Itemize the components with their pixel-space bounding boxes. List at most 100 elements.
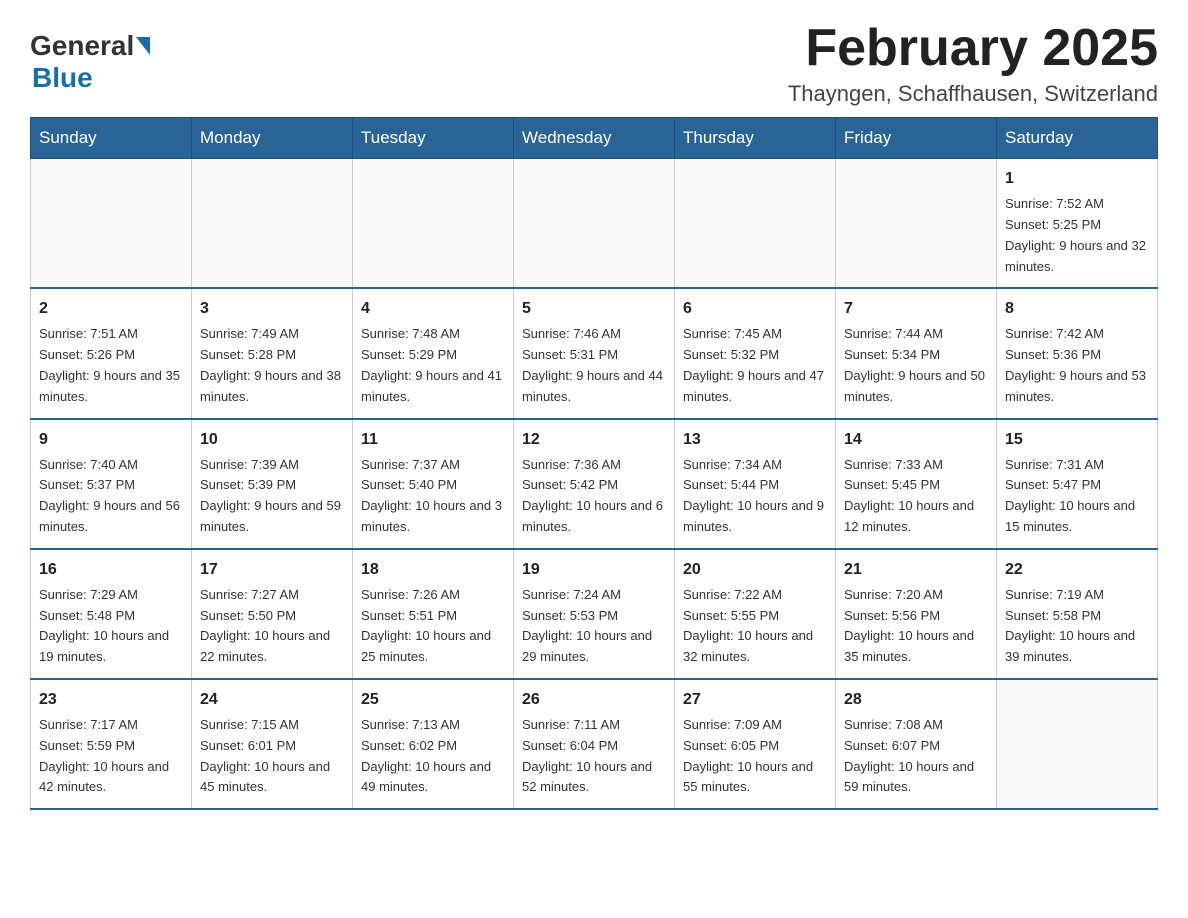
day-sun-info: Sunrise: 7:29 AMSunset: 5:48 PMDaylight:… <box>39 585 183 668</box>
day-sun-info: Sunrise: 7:45 AMSunset: 5:32 PMDaylight:… <box>683 324 827 407</box>
day-number: 27 <box>683 688 827 712</box>
logo-arrow-icon <box>136 37 150 55</box>
day-number: 1 <box>1005 167 1149 191</box>
calendar-header-row: SundayMondayTuesdayWednesdayThursdayFrid… <box>31 118 1158 159</box>
calendar-day-cell <box>997 679 1158 809</box>
day-sun-info: Sunrise: 7:42 AMSunset: 5:36 PMDaylight:… <box>1005 324 1149 407</box>
calendar-day-cell: 10 Sunrise: 7:39 AMSunset: 5:39 PMDayligh… <box>192 419 353 549</box>
day-sun-info: Sunrise: 7:37 AMSunset: 5:40 PMDaylight:… <box>361 455 505 538</box>
day-sun-info: Sunrise: 7:22 AMSunset: 5:55 PMDaylight:… <box>683 585 827 668</box>
day-number: 26 <box>522 688 666 712</box>
calendar-day-cell <box>31 159 192 289</box>
day-sun-info: Sunrise: 7:40 AMSunset: 5:37 PMDaylight:… <box>39 455 183 538</box>
calendar-table: SundayMondayTuesdayWednesdayThursdayFrid… <box>30 117 1158 810</box>
day-number: 28 <box>844 688 988 712</box>
calendar-week-row: 9 Sunrise: 7:40 AMSunset: 5:37 PMDaylight… <box>31 419 1158 549</box>
day-sun-info: Sunrise: 7:08 AMSunset: 6:07 PMDaylight:… <box>844 715 988 798</box>
calendar-day-cell: 18Sunrise: 7:26 AMSunset: 5:51 PMDayligh… <box>353 549 514 679</box>
calendar-day-cell: 1Sunrise: 7:52 AMSunset: 5:25 PMDaylight… <box>997 159 1158 289</box>
day-number: 2 <box>39 297 183 321</box>
day-sun-info: Sunrise: 7:13 AMSunset: 6:02 PMDaylight:… <box>361 715 505 798</box>
day-sun-info: Sunrise: 7:49 AMSunset: 5:28 PMDaylight:… <box>200 324 344 407</box>
day-number: 12 <box>522 428 666 452</box>
calendar-day-cell: 23 Sunrise: 7:17 AMSunset: 5:59 PMDayligh… <box>31 679 192 809</box>
calendar-day-cell: 3 Sunrise: 7:49 AMSunset: 5:28 PMDaylight… <box>192 288 353 418</box>
day-number: 10 <box>200 428 344 452</box>
day-sun-info: Sunrise: 7:19 AMSunset: 5:58 PMDaylight:… <box>1005 585 1149 668</box>
calendar-day-cell: 24 Sunrise: 7:15 AMSunset: 6:01 PMDayligh… <box>192 679 353 809</box>
day-sun-info: Sunrise: 7:34 AMSunset: 5:44 PMDaylight:… <box>683 455 827 538</box>
day-number: 4 <box>361 297 505 321</box>
day-sun-info: Sunrise: 7:17 AMSunset: 5:59 PMDaylight:… <box>39 715 183 798</box>
calendar-week-row: 1Sunrise: 7:52 AMSunset: 5:25 PMDaylight… <box>31 159 1158 289</box>
day-of-week-header: Saturday <box>997 118 1158 159</box>
calendar-day-cell: 26 Sunrise: 7:11 AMSunset: 6:04 PMDayligh… <box>514 679 675 809</box>
calendar-day-cell: 27 Sunrise: 7:09 AMSunset: 6:05 PMDayligh… <box>675 679 836 809</box>
day-number: 11 <box>361 428 505 452</box>
day-number: 9 <box>39 428 183 452</box>
logo-general-text: General <box>30 30 134 62</box>
day-number: 7 <box>844 297 988 321</box>
day-sun-info: Sunrise: 7:33 AMSunset: 5:45 PMDaylight:… <box>844 455 988 538</box>
day-of-week-header: Tuesday <box>353 118 514 159</box>
day-number: 20 <box>683 558 827 582</box>
day-number: 18 <box>361 558 505 582</box>
day-of-week-header: Thursday <box>675 118 836 159</box>
day-number: 3 <box>200 297 344 321</box>
calendar-day-cell: 13Sunrise: 7:34 AMSunset: 5:44 PMDayligh… <box>675 419 836 549</box>
day-number: 24 <box>200 688 344 712</box>
calendar-week-row: 2 Sunrise: 7:51 AMSunset: 5:26 PMDaylight… <box>31 288 1158 418</box>
calendar-day-cell: 20 Sunrise: 7:22 AMSunset: 5:55 PMDayligh… <box>675 549 836 679</box>
day-sun-info: Sunrise: 7:36 AMSunset: 5:42 PMDaylight:… <box>522 455 666 538</box>
day-sun-info: Sunrise: 7:11 AMSunset: 6:04 PMDaylight:… <box>522 715 666 798</box>
day-sun-info: Sunrise: 7:31 AMSunset: 5:47 PMDaylight:… <box>1005 455 1149 538</box>
calendar-day-cell: 5 Sunrise: 7:46 AMSunset: 5:31 PMDaylight… <box>514 288 675 418</box>
calendar-day-cell: 2 Sunrise: 7:51 AMSunset: 5:26 PMDaylight… <box>31 288 192 418</box>
day-number: 8 <box>1005 297 1149 321</box>
calendar-day-cell: 12 Sunrise: 7:36 AMSunset: 5:42 PMDayligh… <box>514 419 675 549</box>
day-number: 17 <box>200 558 344 582</box>
day-of-week-header: Wednesday <box>514 118 675 159</box>
calendar-day-cell: 19Sunrise: 7:24 AMSunset: 5:53 PMDayligh… <box>514 549 675 679</box>
day-sun-info: Sunrise: 7:44 AMSunset: 5:34 PMDaylight:… <box>844 324 988 407</box>
day-sun-info: Sunrise: 7:20 AMSunset: 5:56 PMDaylight:… <box>844 585 988 668</box>
calendar-week-row: 23 Sunrise: 7:17 AMSunset: 5:59 PMDayligh… <box>31 679 1158 809</box>
day-sun-info: Sunrise: 7:51 AMSunset: 5:26 PMDaylight:… <box>39 324 183 407</box>
day-of-week-header: Monday <box>192 118 353 159</box>
day-number: 5 <box>522 297 666 321</box>
calendar-day-cell <box>836 159 997 289</box>
day-sun-info: Sunrise: 7:15 AMSunset: 6:01 PMDaylight:… <box>200 715 344 798</box>
calendar-day-cell: 17 Sunrise: 7:27 AMSunset: 5:50 PMDayligh… <box>192 549 353 679</box>
calendar-day-cell <box>192 159 353 289</box>
calendar-day-cell <box>675 159 836 289</box>
calendar-day-cell: 22Sunrise: 7:19 AMSunset: 5:58 PMDayligh… <box>997 549 1158 679</box>
day-number: 15 <box>1005 428 1149 452</box>
day-sun-info: Sunrise: 7:27 AMSunset: 5:50 PMDaylight:… <box>200 585 344 668</box>
page-header: General Blue February 2025 Thayngen, Sch… <box>30 20 1158 107</box>
day-of-week-header: Sunday <box>31 118 192 159</box>
day-sun-info: Sunrise: 7:48 AMSunset: 5:29 PMDaylight:… <box>361 324 505 407</box>
logo: General Blue <box>30 30 150 94</box>
day-number: 16 <box>39 558 183 582</box>
calendar-day-cell: 28 Sunrise: 7:08 AMSunset: 6:07 PMDayligh… <box>836 679 997 809</box>
calendar-day-cell: 8 Sunrise: 7:42 AMSunset: 5:36 PMDaylight… <box>997 288 1158 418</box>
calendar-day-cell <box>514 159 675 289</box>
day-sun-info: Sunrise: 7:09 AMSunset: 6:05 PMDaylight:… <box>683 715 827 798</box>
calendar-day-cell: 7 Sunrise: 7:44 AMSunset: 5:34 PMDaylight… <box>836 288 997 418</box>
day-number: 23 <box>39 688 183 712</box>
calendar-day-cell: 16 Sunrise: 7:29 AMSunset: 5:48 PMDayligh… <box>31 549 192 679</box>
title-area: February 2025 Thayngen, Schaffhausen, Sw… <box>788 20 1158 107</box>
calendar-day-cell: 14 Sunrise: 7:33 AMSunset: 5:45 PMDayligh… <box>836 419 997 549</box>
calendar-day-cell: 6 Sunrise: 7:45 AMSunset: 5:32 PMDaylight… <box>675 288 836 418</box>
day-number: 6 <box>683 297 827 321</box>
day-sun-info: Sunrise: 7:24 AMSunset: 5:53 PMDaylight:… <box>522 585 666 668</box>
day-of-week-header: Friday <box>836 118 997 159</box>
calendar-day-cell: 9 Sunrise: 7:40 AMSunset: 5:37 PMDaylight… <box>31 419 192 549</box>
month-title: February 2025 <box>788 20 1158 77</box>
day-sun-info: Sunrise: 7:46 AMSunset: 5:31 PMDaylight:… <box>522 324 666 407</box>
calendar-day-cell: 21Sunrise: 7:20 AMSunset: 5:56 PMDayligh… <box>836 549 997 679</box>
calendar-day-cell <box>353 159 514 289</box>
day-sun-info: Sunrise: 7:39 AMSunset: 5:39 PMDaylight:… <box>200 455 344 538</box>
day-number: 14 <box>844 428 988 452</box>
location-subtitle: Thayngen, Schaffhausen, Switzerland <box>788 81 1158 107</box>
